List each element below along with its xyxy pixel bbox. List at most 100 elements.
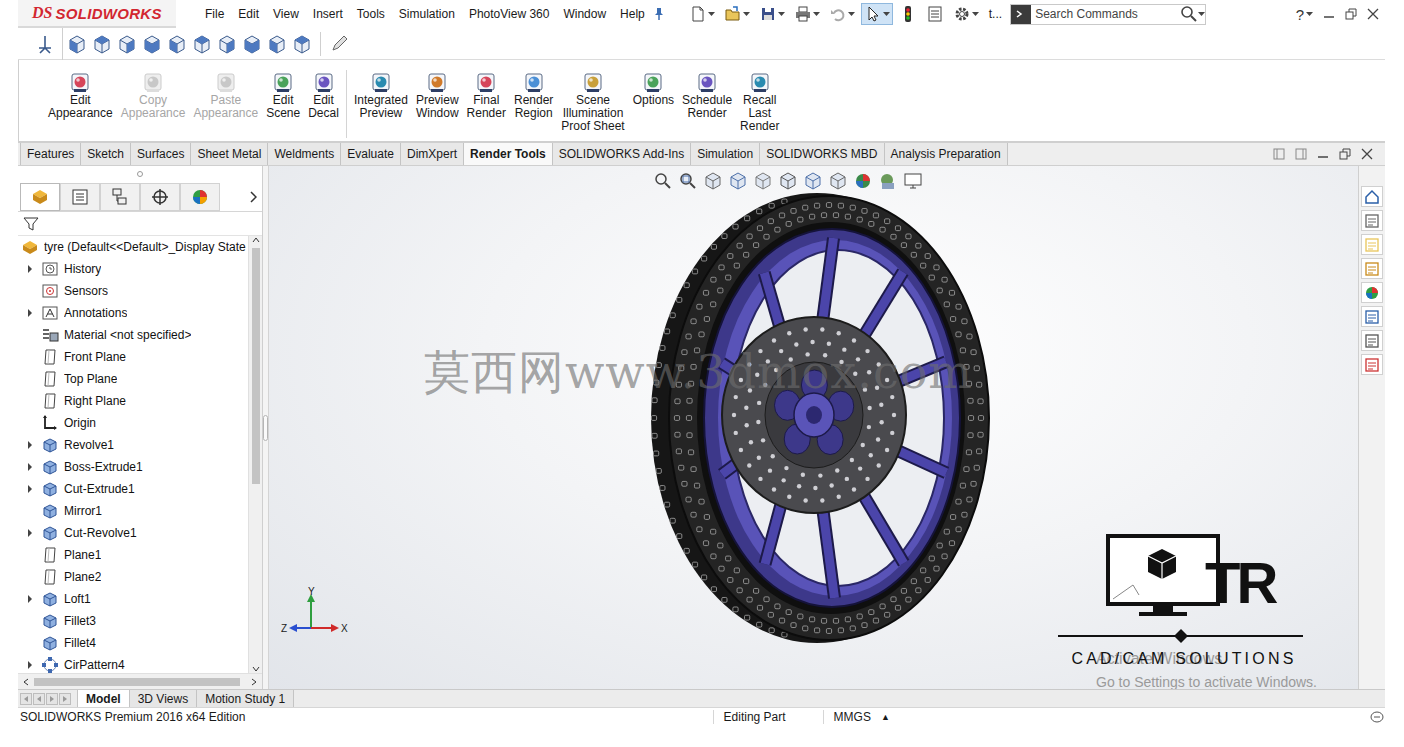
tree-horizontal-scrollbar[interactable] <box>18 673 262 689</box>
quick-access-button[interactable] <box>861 3 893 25</box>
status-units-arrow[interactable]: ▲ <box>881 712 902 722</box>
tree-expander[interactable] <box>24 461 36 473</box>
menu-item[interactable]: PhotoView 360 <box>462 7 557 21</box>
view-orientation-cube-icon[interactable] <box>291 33 313 55</box>
tree-item[interactable]: Plane1 <box>18 544 248 566</box>
scroll-down-icon[interactable] <box>252 665 260 673</box>
quick-access-button[interactable] <box>896 3 920 25</box>
view-orientation-cube-icon[interactable] <box>116 33 138 55</box>
tree-item[interactable]: Annotations <box>18 302 248 324</box>
scroll-right-icon[interactable] <box>250 678 258 686</box>
command-tab[interactable]: Sheet Metal <box>191 143 268 165</box>
task-pane-button[interactable] <box>1361 330 1383 351</box>
app-logo[interactable]: DSSOLIDWORKS <box>18 0 176 28</box>
view-orientation-cube-icon[interactable] <box>141 33 163 55</box>
heads-up-view-icon[interactable] <box>878 171 898 191</box>
menu-item[interactable]: Simulation <box>392 7 462 21</box>
tree-expander[interactable] <box>24 659 36 671</box>
graphics-area[interactable]: 莫西网www.3dmox.comYXZActivate WindowsGo to… <box>269 166 1358 689</box>
search-input[interactable] <box>1031 7 1180 21</box>
tree-item[interactable]: Cut-Extrude1 <box>18 478 248 500</box>
task-pane-button[interactable] <box>1361 306 1383 327</box>
heads-up-view-icon[interactable] <box>853 171 873 191</box>
menu-item[interactable]: View <box>266 7 306 21</box>
command-tab[interactable]: Weldments <box>268 143 341 165</box>
menu-item[interactable]: File <box>198 7 231 21</box>
heads-up-view-icon[interactable] <box>678 171 698 191</box>
ribbon-button[interactable]: EditScene <box>263 70 303 138</box>
heads-up-view-icon[interactable] <box>653 171 673 191</box>
ribbon-button[interactable]: RenderRegion <box>511 70 556 138</box>
task-pane-button[interactable] <box>1361 210 1383 231</box>
panel-tab[interactable] <box>60 183 100 211</box>
quick-access-button[interactable] <box>686 3 718 25</box>
tree-item[interactable]: Cut-Revolve1 <box>18 522 248 544</box>
quick-access-button[interactable] <box>950 3 982 25</box>
tree-expander[interactable] <box>24 527 36 539</box>
task-pane-button[interactable] <box>1361 354 1383 375</box>
task-pane-button[interactable] <box>1361 282 1383 303</box>
tree-item[interactable]: CirPattern4 <box>18 654 248 673</box>
bottom-tab[interactable]: Motion Study 1 <box>197 690 294 707</box>
heads-up-view-icon[interactable] <box>778 171 798 191</box>
tree-item[interactable]: Fillet3 <box>18 610 248 632</box>
quick-access-button[interactable] <box>826 3 858 25</box>
tyre-model[interactable] <box>644 186 1014 656</box>
scroll-thumb[interactable] <box>34 678 240 686</box>
command-tab[interactable]: Sketch <box>81 143 131 165</box>
pin-icon[interactable] <box>652 7 666 21</box>
panel-tab[interactable] <box>100 183 140 211</box>
heads-up-view-icon[interactable] <box>803 171 823 191</box>
caret-icon[interactable] <box>778 9 785 19</box>
panel-handle[interactable] <box>18 166 262 182</box>
ribbon-button[interactable]: RecallLastRender <box>737 70 782 138</box>
last-tab-icon[interactable] <box>59 693 71 705</box>
tree-item[interactable]: Plane2 <box>18 566 248 588</box>
quick-access-button[interactable] <box>923 3 947 25</box>
scroll-up-icon[interactable] <box>252 236 260 244</box>
search-icon[interactable] <box>1180 5 1198 23</box>
normal-to-icon[interactable] <box>34 33 56 55</box>
task-pane-button[interactable] <box>1361 234 1383 255</box>
quick-access-button[interactable] <box>721 3 753 25</box>
command-tab[interactable]: SOLIDWORKS MBD <box>760 143 884 165</box>
tree-item[interactable]: Front Plane <box>18 346 248 368</box>
caret-icon[interactable] <box>708 9 715 19</box>
first-tab-icon[interactable] <box>20 693 32 705</box>
tree-expander[interactable] <box>24 263 36 275</box>
ribbon-button[interactable]: IntegratedPreview <box>351 70 411 138</box>
search-box[interactable] <box>1010 4 1206 25</box>
tile-left-window-icon[interactable] <box>1273 148 1285 160</box>
scroll-thumb[interactable] <box>252 248 260 484</box>
heads-up-view-icon[interactable] <box>903 171 923 191</box>
view-orientation-cube-icon[interactable] <box>166 33 188 55</box>
caret-icon[interactable] <box>1306 9 1313 19</box>
ribbon-button[interactable]: EditDecal <box>305 70 342 138</box>
minimize-window-icon[interactable] <box>1323 8 1335 20</box>
ribbon-button[interactable]: ScheduleRender <box>679 70 735 138</box>
restore-window-icon[interactable] <box>1339 148 1351 160</box>
command-tab[interactable]: Features <box>20 143 81 165</box>
tree-item[interactable]: Fillet4 <box>18 632 248 654</box>
caret-icon[interactable] <box>1198 9 1205 19</box>
scroll-left-icon[interactable] <box>22 678 30 686</box>
command-tab[interactable]: Analysis Preparation <box>885 143 1008 165</box>
quick-access-button[interactable] <box>756 3 788 25</box>
tree-item[interactable]: Top Plane <box>18 368 248 390</box>
tree-item[interactable]: Boss-Extrude1 <box>18 456 248 478</box>
tile-right-window-icon[interactable] <box>1295 148 1307 160</box>
view-orientation-cube-icon[interactable] <box>216 33 238 55</box>
rebuild-status-icon[interactable] <box>1369 710 1385 724</box>
view-orientation-cube-icon[interactable] <box>66 33 88 55</box>
command-tab[interactable]: DimXpert <box>401 143 464 165</box>
panel-tab[interactable] <box>140 183 180 211</box>
tree-expander[interactable] <box>24 439 36 451</box>
command-tab[interactable]: Simulation <box>691 143 760 165</box>
view-orientation-cube-icon[interactable] <box>91 33 113 55</box>
caret-icon[interactable] <box>972 9 979 19</box>
tree-item[interactable]: Mirror1 <box>18 500 248 522</box>
status-units[interactable]: MMGS <box>823 710 881 724</box>
tree-expander[interactable] <box>24 593 36 605</box>
ribbon-button[interactable]: SceneIlluminationProof Sheet <box>558 70 627 138</box>
heads-up-view-icon[interactable] <box>703 171 723 191</box>
